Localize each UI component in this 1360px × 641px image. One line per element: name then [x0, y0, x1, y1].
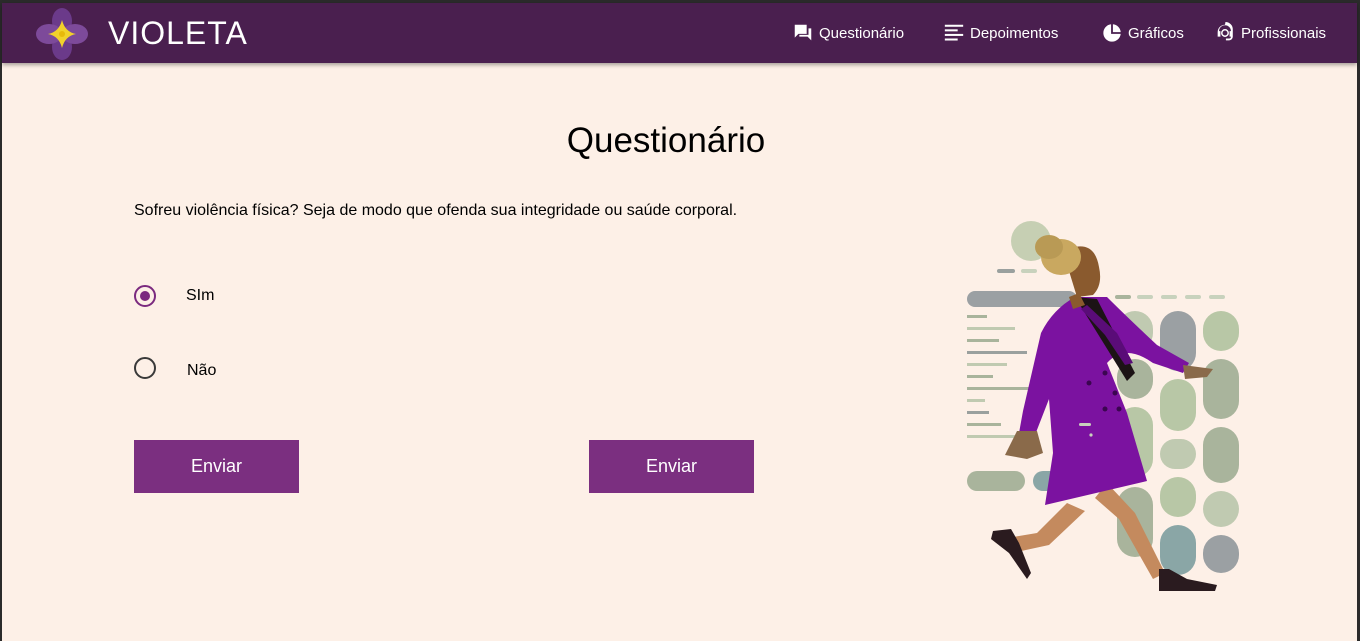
- radio-button-unchecked[interactable]: [134, 357, 156, 379]
- app-window: VIOLETA Questionário Depoimentos Gráfico…: [2, 3, 1357, 641]
- violet-flower-logo-icon: [36, 8, 88, 60]
- nav-item-graficos[interactable]: Gráficos: [1101, 21, 1184, 45]
- nav-item-questionario[interactable]: Questionário: [792, 21, 904, 45]
- app-brand-title[interactable]: VIOLETA: [108, 15, 248, 52]
- nav-label: Questionário: [819, 24, 905, 42]
- radio-option-nao[interactable]: Não: [134, 356, 216, 380]
- radio-button-checked[interactable]: [134, 285, 156, 307]
- top-navbar: VIOLETA Questionário Depoimentos Gráfico…: [2, 3, 1357, 63]
- walking-woman-illustration: [967, 221, 1239, 591]
- page-title: Questionário: [566, 121, 766, 160]
- support-agent-icon: [1217, 22, 1233, 41]
- radio-option-sim[interactable]: SIm: [134, 285, 214, 307]
- forum-icon: [794, 24, 812, 41]
- pie-chart-icon: [1103, 24, 1121, 42]
- submit-button[interactable]: Enviar: [134, 440, 299, 493]
- nav-item-profissionais[interactable]: Profissionais: [1214, 21, 1326, 45]
- nav-label: Depoimentos: [970, 24, 1059, 42]
- nav-label: Profissionais: [1241, 24, 1327, 42]
- radio-label: SIm: [186, 287, 215, 304]
- nav-item-depoimentos[interactable]: Depoimentos: [943, 21, 1058, 45]
- nav-label: Gráficos: [1128, 24, 1184, 42]
- text-lines-icon: [944, 24, 964, 41]
- question-text: Sofreu violência física? Seja de modo qu…: [134, 202, 738, 219]
- radio-label: Não: [187, 362, 217, 379]
- submit-button-secondary[interactable]: Enviar: [589, 440, 754, 493]
